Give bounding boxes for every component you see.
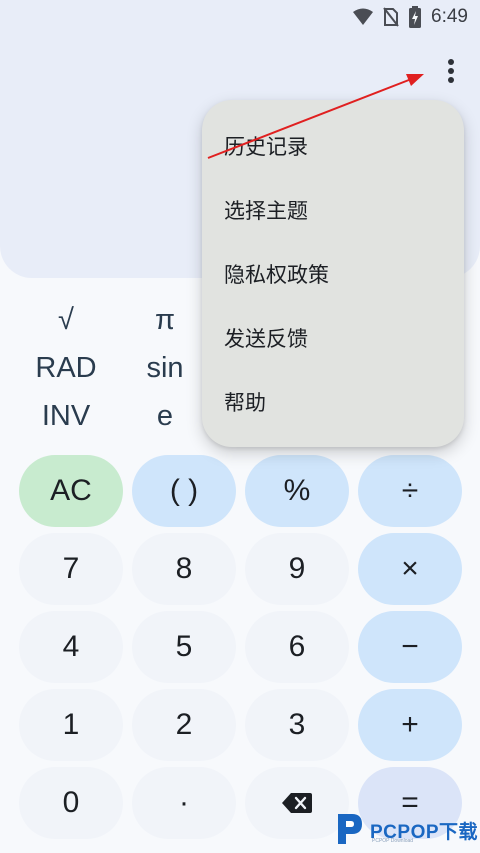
digit-2-button[interactable]: 2 xyxy=(132,689,236,761)
menu-item-history[interactable]: 历史记录 xyxy=(224,126,308,166)
e-key[interactable]: e xyxy=(125,392,205,440)
wifi-icon xyxy=(353,8,374,25)
clear-button[interactable]: AC xyxy=(19,455,123,527)
backspace-icon xyxy=(282,793,312,813)
percent-button[interactable]: % xyxy=(245,455,349,527)
more-vert-icon xyxy=(448,59,454,83)
digit-8-button[interactable]: 8 xyxy=(132,533,236,605)
subtract-button[interactable]: − xyxy=(358,611,462,683)
no-sim-icon xyxy=(383,7,399,27)
digit-1-button[interactable]: 1 xyxy=(19,689,123,761)
digit-0-button[interactable]: 0 xyxy=(19,767,123,839)
divide-button[interactable]: ÷ xyxy=(358,455,462,527)
digit-4-button[interactable]: 4 xyxy=(19,611,123,683)
decimal-button[interactable]: · xyxy=(132,767,236,839)
add-button[interactable]: + xyxy=(358,689,462,761)
digit-6-button[interactable]: 6 xyxy=(245,611,349,683)
watermark: PCPOP下载 PCPOP Download xyxy=(334,808,480,852)
parentheses-button[interactable]: ( ) xyxy=(132,455,236,527)
status-time: 6:49 xyxy=(431,6,468,27)
menu-item-choose-theme[interactable]: 选择主题 xyxy=(224,190,308,230)
multiply-button[interactable]: × xyxy=(358,533,462,605)
menu-item-help[interactable]: 帮助 xyxy=(224,382,266,422)
digit-9-button[interactable]: 9 xyxy=(245,533,349,605)
digit-3-button[interactable]: 3 xyxy=(245,689,349,761)
status-bar: 6:49 xyxy=(0,0,480,34)
sin-key[interactable]: sin xyxy=(125,344,205,392)
scientific-column-2: π sin e xyxy=(125,296,205,440)
pi-key[interactable]: π xyxy=(125,296,205,344)
rad-key[interactable]: RAD xyxy=(26,344,106,392)
pcpop-logo-icon xyxy=(338,814,362,844)
overflow-menu: 历史记录 选择主题 隐私权政策 发送反馈 帮助 xyxy=(202,100,464,447)
inv-key[interactable]: INV xyxy=(26,392,106,440)
sqrt-key[interactable]: √ xyxy=(26,296,106,344)
digit-7-button[interactable]: 7 xyxy=(19,533,123,605)
battery-charging-icon xyxy=(409,6,422,28)
menu-item-privacy-policy[interactable]: 隐私权政策 xyxy=(224,254,329,294)
more-options-button[interactable] xyxy=(436,54,466,88)
scientific-column-1: √ RAD INV xyxy=(26,296,106,440)
watermark-subtext: PCPOP Download xyxy=(372,838,414,844)
digit-5-button[interactable]: 5 xyxy=(132,611,236,683)
menu-item-send-feedback[interactable]: 发送反馈 xyxy=(224,318,308,358)
